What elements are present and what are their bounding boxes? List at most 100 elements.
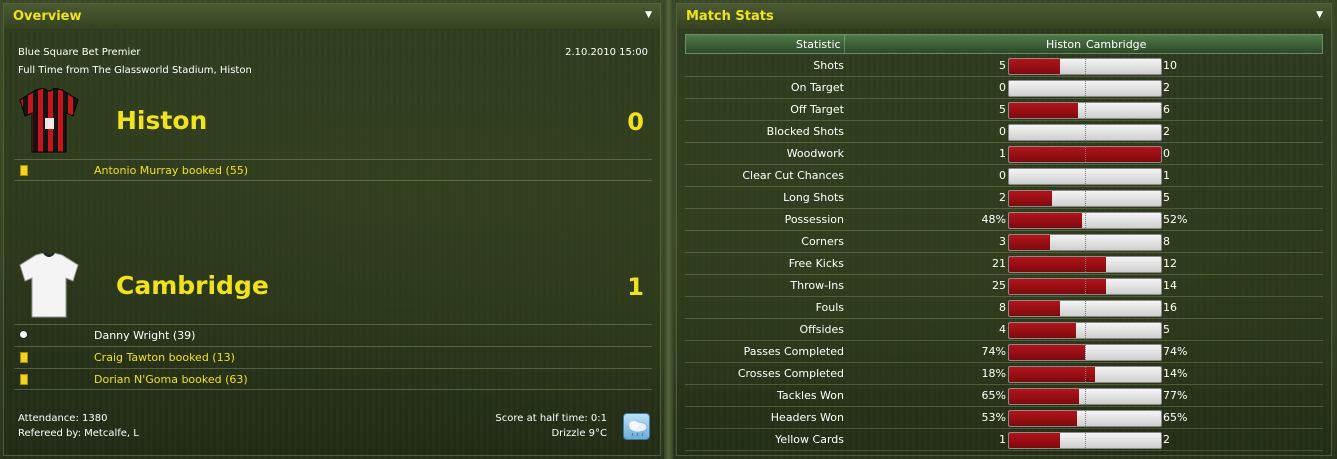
stat-home-bar-fill — [1009, 257, 1106, 272]
stat-comparison-bar — [1008, 102, 1162, 119]
stat-bar-midline — [1085, 59, 1086, 74]
stat-row: Possession 48% 52% — [685, 209, 1323, 231]
stat-away-value: 12 — [1163, 257, 1177, 270]
stat-bar-midline — [1085, 103, 1086, 118]
stat-home-value: 0 — [999, 125, 1006, 138]
stat-away-value: 0 — [1163, 147, 1170, 160]
stat-label: Blocked Shots — [766, 125, 844, 138]
event-text: Craig Tawton booked (13) — [94, 351, 235, 364]
stats-table-header: Statistic Histon Cambridge — [685, 34, 1323, 54]
away-event-row: Danny Wright (39) — [14, 324, 652, 346]
attendance: Attendance: 1380 — [18, 413, 108, 424]
stat-home-value: 74% — [981, 345, 1006, 358]
stat-row: Blocked Shots 0 2 — [685, 121, 1323, 143]
stat-home-value: 4 — [999, 323, 1006, 336]
stat-row: Offsides 4 5 — [685, 319, 1323, 341]
stat-home-value: 8 — [999, 301, 1006, 314]
stat-comparison-bar — [1008, 366, 1162, 383]
away-event-row: Craig Tawton booked (13) — [14, 346, 652, 368]
stat-home-value: 48% — [981, 213, 1006, 226]
stat-label: Headers Won — [770, 411, 844, 424]
column-header-statistic[interactable]: Statistic — [796, 38, 841, 51]
match-stats-title: Match Stats — [686, 9, 774, 24]
stat-label: Shots — [813, 59, 844, 72]
away-team-name: Cambridge — [116, 271, 269, 300]
panel-divider[interactable] — [664, 0, 673, 459]
stat-comparison-bar — [1008, 410, 1162, 427]
stat-bar-midline — [1085, 323, 1086, 338]
stat-home-value: 3 — [999, 235, 1006, 248]
stat-bar-midline — [1085, 235, 1086, 250]
stat-away-value: 14 — [1163, 279, 1177, 292]
half-time-score: Score at half time: 0:1 — [495, 413, 607, 424]
stat-comparison-bar — [1008, 212, 1162, 229]
stat-bar-midline — [1085, 191, 1086, 206]
stat-home-bar-fill — [1009, 411, 1077, 426]
stat-home-value: 0 — [999, 169, 1006, 182]
stat-home-value: 0 — [999, 81, 1006, 94]
stat-row: Shots 5 10 — [685, 55, 1323, 77]
column-header-away[interactable]: Cambridge — [1086, 38, 1146, 51]
stat-away-value: 5 — [1163, 323, 1170, 336]
stat-home-bar-fill — [1009, 345, 1085, 360]
stat-away-value: 74% — [1163, 345, 1188, 358]
stat-home-value: 2 — [999, 191, 1006, 204]
stat-home-value: 53% — [981, 411, 1006, 424]
stat-home-bar-fill — [1009, 367, 1095, 382]
overview-panel: Overview ▼ Blue Square Bet Premier 2.10.… — [3, 3, 661, 456]
stat-row: Off Target 5 6 — [685, 99, 1323, 121]
home-event-row: Antonio Murray booked (55) — [14, 159, 652, 181]
stat-bar-midline — [1085, 301, 1086, 316]
stat-comparison-bar — [1008, 58, 1162, 75]
stat-row: Woodwork 1 0 — [685, 143, 1323, 165]
stat-label: Yellow Cards — [775, 433, 844, 446]
stat-bar-midline — [1085, 279, 1086, 294]
column-header-home[interactable]: Histon — [1046, 38, 1081, 51]
stat-row: Corners 3 8 — [685, 231, 1323, 253]
stat-label: Corners — [801, 235, 844, 248]
stat-row: Fouls 8 16 — [685, 297, 1323, 319]
stat-comparison-bar — [1008, 300, 1162, 317]
stat-label: Crosses Completed — [737, 367, 844, 380]
triangle-down-icon[interactable]: ▼ — [645, 10, 652, 20]
stat-label: Fouls — [815, 301, 844, 314]
away-event-row: Dorian N'Goma booked (63) — [14, 368, 652, 390]
stat-row: Free Kicks 21 12 — [685, 253, 1323, 275]
stat-away-value: 1 — [1163, 169, 1170, 182]
stat-row: Clear Cut Chances 0 1 — [685, 165, 1323, 187]
stat-label: Throw-Ins — [790, 279, 844, 292]
stat-bar-midline — [1085, 257, 1086, 272]
stat-comparison-bar — [1008, 190, 1162, 207]
stat-label: Offsides — [799, 323, 844, 336]
stat-away-value: 5 — [1163, 191, 1170, 204]
stat-label: Woodwork — [786, 147, 844, 160]
stat-comparison-bar — [1008, 344, 1162, 361]
overview-header: Overview ▼ — [4, 4, 660, 30]
stat-bar-midline — [1085, 411, 1086, 426]
stat-comparison-bar — [1008, 168, 1162, 185]
stat-home-value: 5 — [999, 103, 1006, 116]
competition-name: Blue Square Bet Premier — [18, 47, 141, 58]
stat-comparison-bar — [1008, 278, 1162, 295]
triangle-down-icon[interactable]: ▼ — [1316, 10, 1323, 20]
stat-home-value: 1 — [999, 433, 1006, 446]
stat-row: Throw-Ins 25 14 — [685, 275, 1323, 297]
stat-away-value: 2 — [1163, 81, 1170, 94]
stat-row: Passes Completed 74% 74% — [685, 341, 1323, 363]
stat-away-value: 77% — [1163, 389, 1188, 402]
stat-row: Long Shots 2 5 — [685, 187, 1323, 209]
stat-bar-midline — [1085, 433, 1086, 448]
stat-label: Long Shots — [783, 191, 844, 204]
stat-home-bar-fill — [1009, 235, 1050, 250]
stat-home-value: 1 — [999, 147, 1006, 160]
stat-home-bar-fill — [1009, 191, 1052, 206]
stat-row: Tackles Won 65% 77% — [685, 385, 1323, 407]
stat-home-bar-fill — [1009, 279, 1106, 294]
stat-home-bar-fill — [1009, 323, 1076, 338]
stat-home-value: 65% — [981, 389, 1006, 402]
venue-line: Full Time from The Glassworld Stadium, H… — [18, 65, 252, 76]
stat-comparison-bar — [1008, 124, 1162, 141]
stat-bar-midline — [1085, 147, 1086, 162]
stat-label: Tackles Won — [776, 389, 844, 402]
stat-away-value: 8 — [1163, 235, 1170, 248]
